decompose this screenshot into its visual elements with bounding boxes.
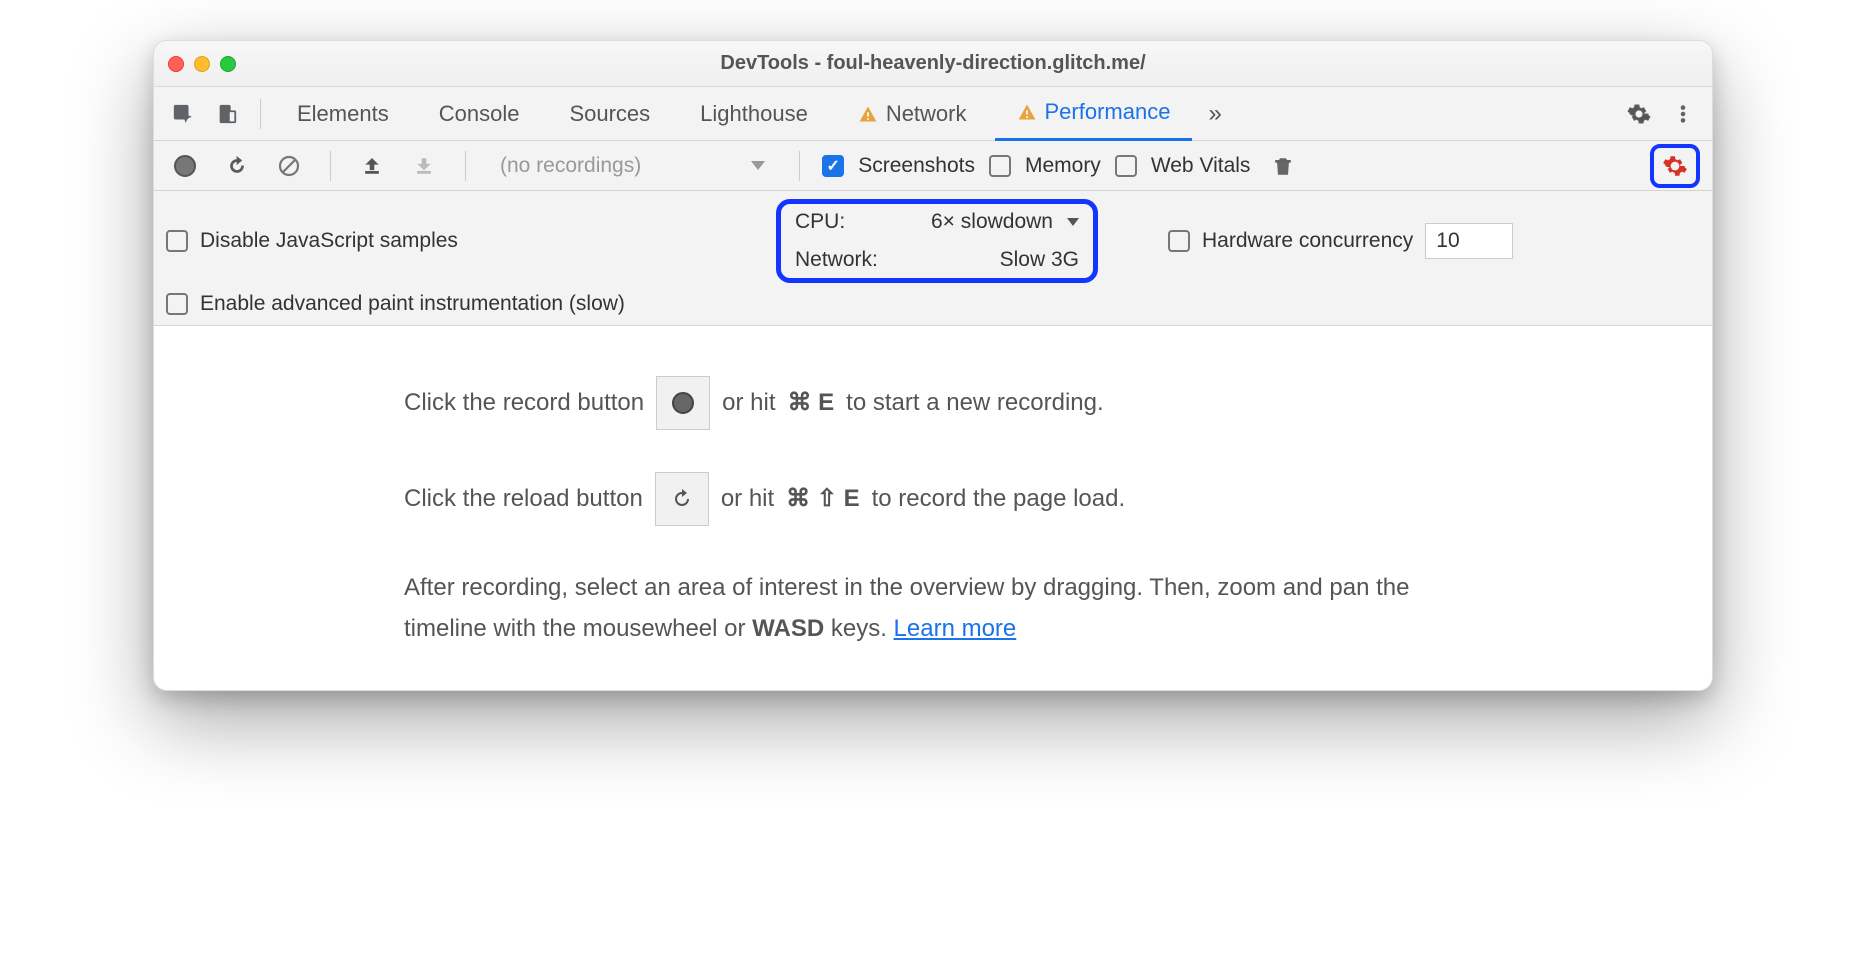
performance-empty-state: Click the record button or hit ⌘ E to st…: [154, 326, 1712, 690]
separator: [330, 151, 331, 181]
inspect-element-icon[interactable]: [164, 95, 202, 133]
tab-network[interactable]: Network: [836, 87, 989, 141]
memory-checkbox[interactable]: [989, 155, 1011, 177]
devtools-window: DevTools - foul-heavenly-direction.glitc…: [153, 40, 1713, 691]
capture-settings-button[interactable]: [1650, 144, 1700, 188]
cpu-label: CPU:: [795, 210, 845, 234]
advanced-paint-label: Enable advanced paint instrumentation (s…: [200, 291, 625, 317]
gc-button[interactable]: [1264, 147, 1302, 185]
tab-sources[interactable]: Sources: [547, 87, 672, 141]
settings-icon[interactable]: [1620, 95, 1658, 133]
separator: [799, 151, 800, 181]
reload-record-button[interactable]: [218, 147, 256, 185]
cpu-value: 6× slowdown: [931, 210, 1053, 234]
capture-settings-panel: Disable JavaScript samples CPU: 6× slowd…: [154, 191, 1712, 326]
screenshots-label: Screenshots: [858, 154, 975, 178]
performance-toolbar: (no recordings) Screenshots Memory Web V…: [154, 141, 1712, 191]
tab-elements[interactable]: Elements: [275, 87, 411, 141]
screenshots-checkbox[interactable]: [822, 155, 844, 177]
separator: [465, 151, 466, 181]
tab-network-label: Network: [886, 101, 967, 127]
hw-concurrency-checkbox[interactable]: [1168, 230, 1190, 252]
load-profile-icon[interactable]: [353, 147, 391, 185]
chevron-down-icon: [1067, 218, 1079, 226]
cpu-throttle-select[interactable]: CPU: 6× slowdown: [795, 210, 1079, 234]
shortcut-record: ⌘ E: [787, 383, 834, 424]
network-throttle-select[interactable]: Network: Slow 3G: [795, 248, 1079, 272]
tab-console-label: Console: [439, 101, 520, 127]
web-vitals-label: Web Vitals: [1151, 154, 1251, 178]
hint-reload: Click the reload button or hit ⌘ ⇧ E to …: [404, 472, 1462, 526]
wasd-keys: WASD: [752, 615, 824, 642]
tab-lighthouse[interactable]: Lighthouse: [678, 87, 830, 141]
tab-performance-label: Performance: [1045, 99, 1171, 125]
network-value: Slow 3G: [1000, 248, 1079, 272]
memory-label: Memory: [1025, 154, 1101, 178]
recordings-label: (no recordings): [500, 154, 641, 178]
hw-concurrency-input[interactable]: 10: [1425, 223, 1513, 259]
throttling-highlight: CPU: 6× slowdown Network: Slow 3G: [776, 199, 1098, 283]
clear-button[interactable]: [270, 147, 308, 185]
more-tabs-button[interactable]: »: [1198, 100, 1231, 128]
tab-sources-label: Sources: [569, 101, 650, 127]
devtools-tabbar: Elements Console Sources Lighthouse Netw…: [154, 87, 1712, 141]
disable-js-checkbox[interactable]: [166, 230, 188, 252]
separator: [260, 99, 261, 129]
titlebar: DevTools - foul-heavenly-direction.glitc…: [154, 41, 1712, 87]
shortcut-reload: ⌘ ⇧ E: [786, 479, 859, 520]
advanced-paint-checkbox[interactable]: [166, 293, 188, 315]
hint-record: Click the record button or hit ⌘ E to st…: [404, 376, 1462, 430]
kebab-menu-icon[interactable]: [1664, 95, 1702, 133]
network-label: Network:: [795, 248, 878, 272]
web-vitals-checkbox[interactable]: [1115, 155, 1137, 177]
warning-icon: [1017, 102, 1037, 122]
warning-icon: [858, 104, 878, 124]
tab-console[interactable]: Console: [417, 87, 542, 141]
tab-performance[interactable]: Performance: [995, 87, 1193, 141]
hw-concurrency-label: Hardware concurrency: [1202, 229, 1413, 253]
reload-button-hint[interactable]: [655, 472, 709, 526]
record-button-hint[interactable]: [656, 376, 710, 430]
tab-lighthouse-label: Lighthouse: [700, 101, 808, 127]
window-title: DevTools - foul-heavenly-direction.glitc…: [154, 52, 1712, 75]
hint-navigate: After recording, select an area of inter…: [404, 568, 1454, 650]
recordings-select[interactable]: (no recordings): [488, 150, 777, 182]
device-toolbar-icon[interactable]: [208, 95, 246, 133]
tab-elements-label: Elements: [297, 101, 389, 127]
record-button[interactable]: [166, 147, 204, 185]
save-profile-icon[interactable]: [405, 147, 443, 185]
chevron-down-icon: [751, 161, 765, 170]
disable-js-label: Disable JavaScript samples: [200, 229, 458, 253]
learn-more-link[interactable]: Learn more: [894, 615, 1017, 642]
